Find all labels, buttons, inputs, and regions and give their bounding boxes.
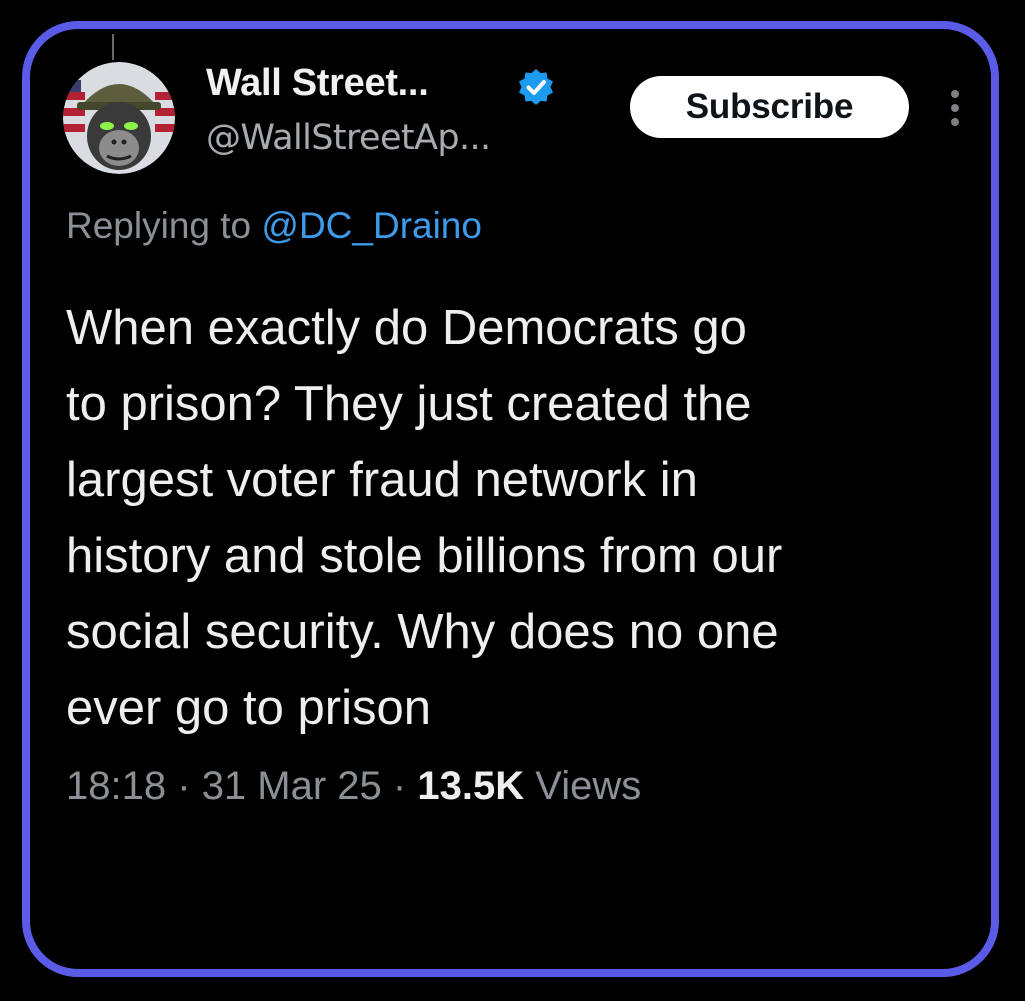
tweet-text-line: history and stole billions from our <box>66 529 783 583</box>
vertical-ellipsis-icon[interactable] <box>942 86 968 130</box>
replying-to-label: Replying to <box>66 205 252 246</box>
reply-mention-link[interactable]: @DC_Draino <box>261 205 482 246</box>
meta-separator: · <box>392 764 407 808</box>
tweet-text-line: largest voter fraud network in <box>66 453 698 507</box>
author-display-name[interactable]: Wall Street... <box>206 62 429 105</box>
tweet-body: When exactly do Democrats go to prison? … <box>66 290 978 746</box>
ape-avatar-icon <box>63 62 175 174</box>
views-count: 13.5K <box>417 764 525 808</box>
post-date[interactable]: 31 Mar 25 <box>202 764 382 808</box>
author-handle[interactable]: @WallStreetAp... <box>206 118 491 158</box>
meta-separator: · <box>177 764 191 808</box>
views-label: Views <box>535 764 642 808</box>
tweet-text-line: social security. Why does no one <box>66 605 779 659</box>
tweet-meta: 18:18 · 31 Mar 25 · 13.5K Views <box>66 764 641 809</box>
post-time[interactable]: 18:18 <box>66 764 166 808</box>
tweet-text-line: ever go to prison <box>66 681 431 735</box>
replying-to-line: Replying to @DC_Draino <box>66 205 482 247</box>
tweet-text-line: When exactly do Democrats go <box>66 301 747 355</box>
avatar[interactable] <box>63 62 175 174</box>
subscribe-button[interactable]: Subscribe <box>630 76 909 138</box>
tweet-text-line: to prison? They just created the <box>66 377 752 431</box>
verified-badge-icon <box>519 69 553 105</box>
thread-connector-line <box>112 34 114 60</box>
